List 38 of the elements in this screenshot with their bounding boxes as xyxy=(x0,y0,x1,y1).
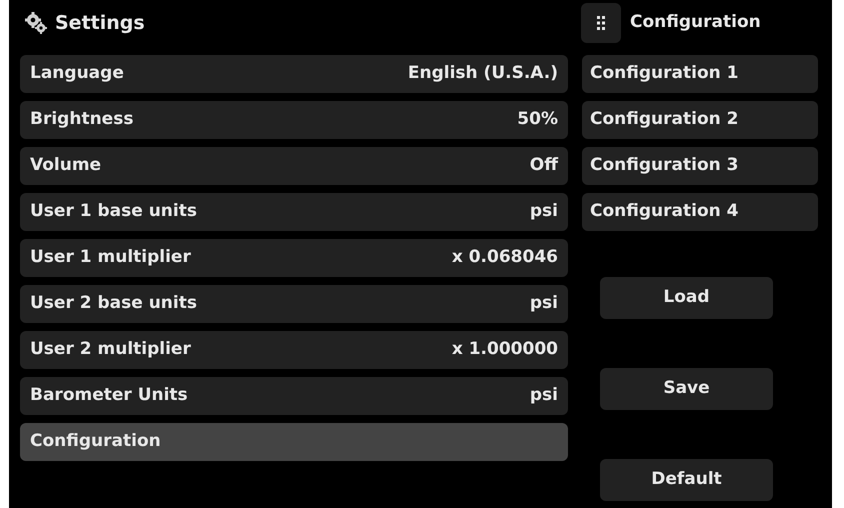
setting-row[interactable]: User 1 base units psi xyxy=(20,193,568,231)
setting-value: English (U.S.A.) xyxy=(408,62,558,86)
panel-title: Configuration xyxy=(630,11,761,34)
setting-row[interactable]: Barometer Units psi xyxy=(20,377,568,415)
setting-label: User 2 multiplier xyxy=(30,338,191,362)
action-button[interactable]: Default xyxy=(600,459,773,501)
setting-row[interactable]: User 1 multiplier x 0.068046 xyxy=(20,239,568,277)
menu-button[interactable] xyxy=(581,3,621,43)
action-button[interactable]: Save xyxy=(600,368,773,410)
setting-value: psi xyxy=(530,292,558,316)
setting-row[interactable]: Language English (U.S.A.) xyxy=(20,55,568,93)
setting-row[interactable]: User 2 base units psi xyxy=(20,285,568,323)
configuration-item[interactable]: Configuration 3 xyxy=(582,147,818,185)
setting-value: x 1.000000 xyxy=(452,338,558,362)
setting-row[interactable]: Configuration xyxy=(20,423,568,461)
grid-dots-icon xyxy=(597,16,605,30)
setting-label: User 1 base units xyxy=(30,200,197,224)
configuration-item[interactable]: Configuration 1 xyxy=(582,55,818,93)
setting-value: Off xyxy=(530,154,558,178)
configuration-item[interactable]: Configuration 4 xyxy=(582,193,818,231)
setting-row[interactable]: User 2 multiplier x 1.000000 xyxy=(20,331,568,369)
screen-title: Settings xyxy=(55,10,145,36)
setting-label: User 2 base units xyxy=(30,292,197,316)
setting-value: psi xyxy=(530,200,558,224)
setting-row[interactable]: Volume Off xyxy=(20,147,568,185)
setting-value: psi xyxy=(530,384,558,408)
setting-label: Brightness xyxy=(30,108,134,132)
setting-value: 50% xyxy=(517,108,558,132)
setting-value: x 0.068046 xyxy=(452,246,558,270)
setting-label: Volume xyxy=(30,154,102,178)
gears-icon xyxy=(25,12,47,34)
setting-row[interactable]: Brightness 50% xyxy=(20,101,568,139)
setting-label: User 1 multiplier xyxy=(30,246,191,270)
setting-label: Barometer Units xyxy=(30,384,188,408)
configuration-item[interactable]: Configuration 2 xyxy=(582,101,818,139)
setting-label: Language xyxy=(30,62,124,86)
action-button[interactable]: Load xyxy=(600,277,773,319)
setting-label: Configuration xyxy=(30,430,161,454)
